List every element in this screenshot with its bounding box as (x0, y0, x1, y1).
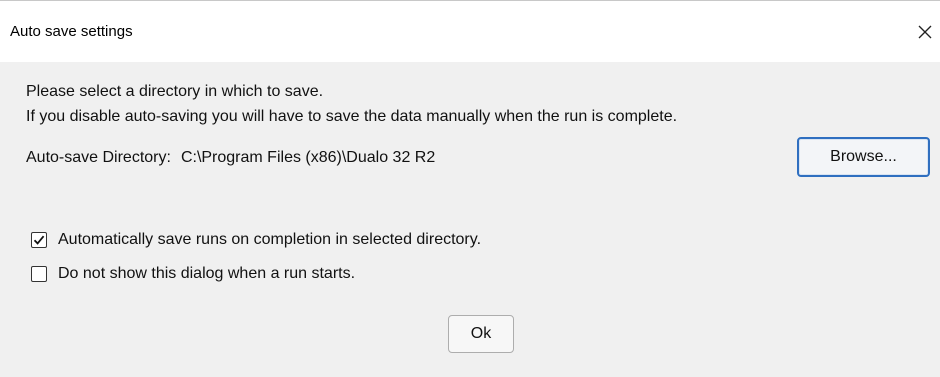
title-bar: Auto save settings (0, 0, 940, 62)
directory-label: Auto-save Directory: (26, 149, 171, 166)
dialog-body: Please select a directory in which to sa… (0, 62, 940, 377)
close-icon (918, 25, 932, 39)
hide-dialog-option[interactable]: Do not show this dialog when a run start… (31, 264, 355, 284)
checkmark-icon (33, 235, 45, 245)
ok-button[interactable]: Ok (448, 315, 514, 353)
auto-save-label: Automatically save runs on completion in… (58, 231, 482, 248)
browse-button[interactable]: Browse... (797, 137, 930, 177)
auto-save-checkbox[interactable] (31, 232, 47, 248)
hide-dialog-label: Do not show this dialog when a run start… (58, 265, 356, 282)
warning-text: If you disable auto-saving you will have… (26, 108, 678, 125)
hide-dialog-checkbox[interactable] (31, 266, 47, 282)
directory-row: Auto-save Directory: C:\Program Files (x8… (26, 148, 435, 168)
auto-save-option[interactable]: Automatically save runs on completion in… (31, 230, 481, 250)
instruction-text: Please select a directory in which to sa… (26, 83, 324, 100)
directory-path: C:\Program Files (x86)\Dualo 32 R2 (180, 149, 436, 166)
close-button[interactable] (910, 15, 940, 49)
window-title: Auto save settings (10, 23, 133, 40)
auto-save-dialog: Auto save settings Please select a direc… (0, 0, 940, 377)
